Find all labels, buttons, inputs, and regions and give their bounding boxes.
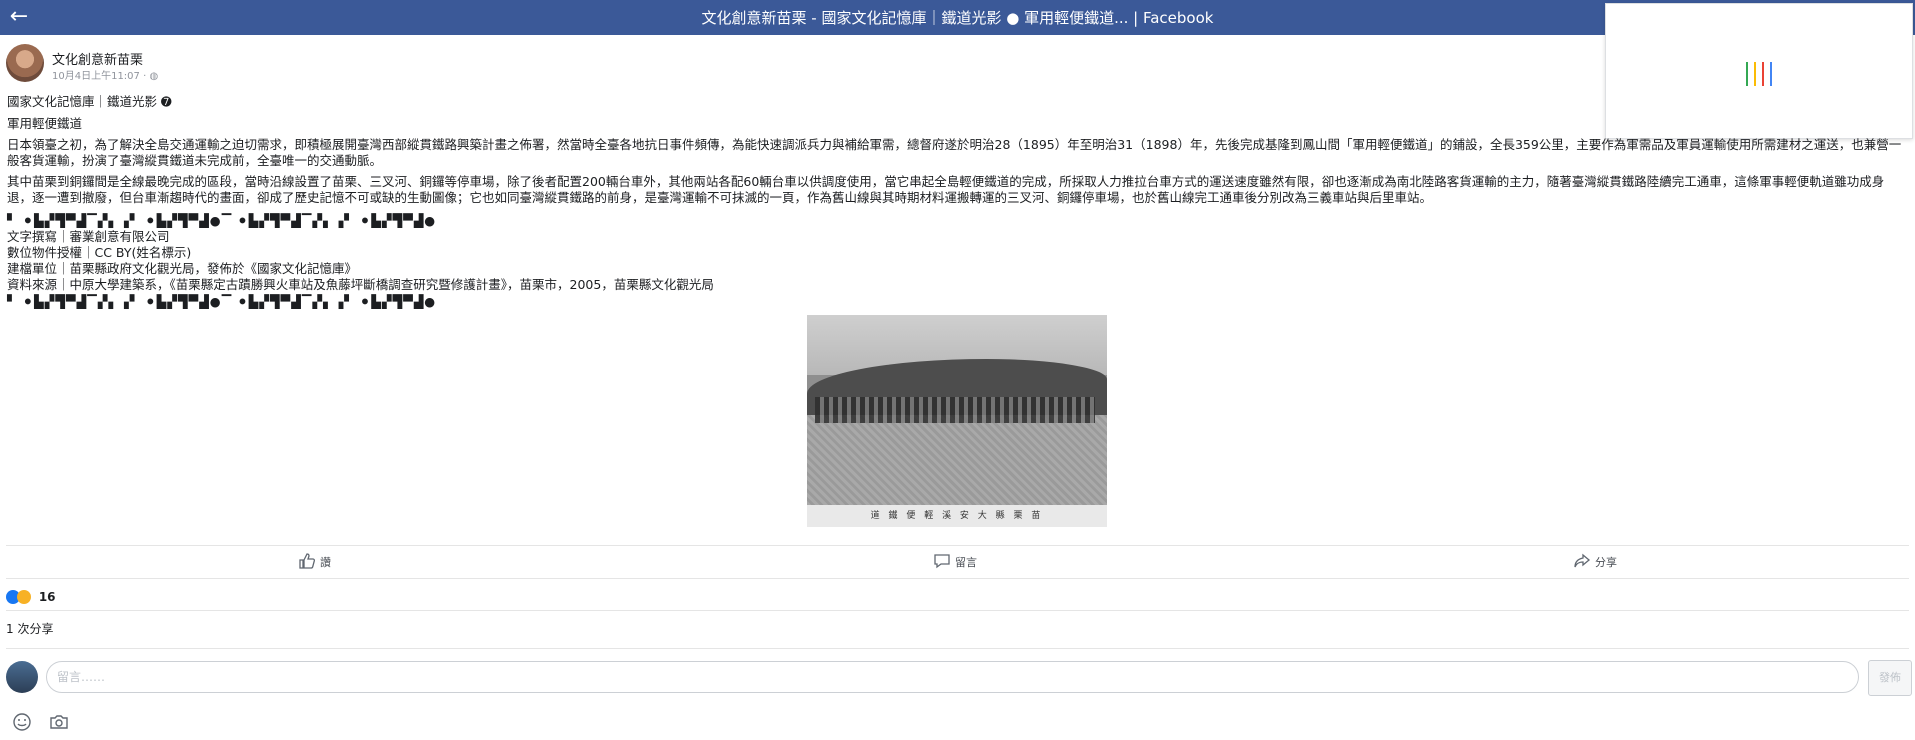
comment-input[interactable] bbox=[46, 661, 1859, 693]
post-line-2: 軍用輕便鐵道 bbox=[7, 116, 83, 131]
comment-button[interactable]: 留言 bbox=[933, 552, 977, 570]
emoji-row: ▘ ⚫︎▙▞▜▀▟▔▞▖▗▘ ⚫︎▙▞▜▀▟●▔ ⚫︎▙▞▜▀▟▔▞▖▗▘ ⚫︎… bbox=[7, 213, 437, 228]
emoji-row-2: ▘ ⚫︎▙▞▜▀▟▔▞▖▗▘ ⚫︎▙▞▜▀▟●▔ ⚫︎▙▞▜▀▟▔▞▖▗▘ ⚫︎… bbox=[7, 294, 437, 309]
page-name-link[interactable]: 文化創意新苗栗 bbox=[52, 49, 143, 68]
credit-source: 資料來源｜中原大學建築系，《苗栗縣定古蹟勝興火車站及魚藤坪斷橋調查研究暨修護計畫… bbox=[7, 277, 714, 292]
post-photo[interactable]: 道 鐵 便 輕 溪 安 大 縣 栗 苗 bbox=[807, 315, 1107, 527]
post-line-1: 國家文化記憶庫｜鐵道光影 ➐ bbox=[7, 94, 172, 109]
share-button[interactable]: 分享 bbox=[1573, 552, 1617, 570]
divider bbox=[6, 610, 1909, 611]
divider bbox=[6, 545, 1909, 546]
post-paragraph-2: 其中苗栗到銅鑼間是全線最晚完成的區段，當時沿線設置了苗栗、三叉河、銅鑼等停車場，… bbox=[7, 174, 1885, 205]
post-paragraph-1: 日本領臺之初，為了解決全島交通運輸之迫切需求，即積極展開臺灣西部縱貫鐵路興築計畫… bbox=[7, 137, 1902, 168]
loading-spinner-icon bbox=[1740, 62, 1780, 86]
photo-handcars bbox=[815, 397, 1095, 423]
like-label: 讚 bbox=[320, 556, 331, 569]
post-timestamp[interactable]: 10月4日上午11:07 · ◍ bbox=[52, 67, 158, 82]
credit-author: 文字撰寫｜審業創意有限公司 bbox=[7, 229, 170, 244]
loading-popup bbox=[1605, 3, 1913, 139]
reactions-summary[interactable]: 16 bbox=[6, 590, 56, 604]
comment-icon bbox=[934, 554, 950, 569]
page-avatar[interactable] bbox=[6, 44, 44, 82]
credit-unit: 建檔單位｜苗栗縣政府文化觀光局，發佈於《國家文化記憶庫》 bbox=[7, 261, 358, 276]
share-icon bbox=[1574, 553, 1591, 568]
share-label: 分享 bbox=[1595, 556, 1617, 569]
photo-caption: 道 鐵 便 輕 溪 安 大 縣 栗 苗 bbox=[807, 505, 1107, 527]
photo-ground bbox=[807, 415, 1107, 505]
comment-label: 留言 bbox=[955, 556, 977, 569]
shares-count[interactable]: 1 次分享 bbox=[6, 620, 53, 637]
camera-icon[interactable] bbox=[49, 712, 69, 732]
smiley-icon[interactable] bbox=[12, 712, 32, 732]
reaction-count: 16 bbox=[38, 590, 56, 604]
divider bbox=[6, 648, 1909, 649]
thumbs-up-icon bbox=[299, 553, 316, 569]
user-avatar bbox=[6, 661, 38, 693]
post-comment-button[interactable]: 發佈 bbox=[1868, 660, 1912, 696]
haha-reaction-icon bbox=[17, 590, 31, 604]
divider bbox=[6, 578, 1909, 579]
credit-license: 數位物件授權｜CC BY(姓名標示) bbox=[7, 245, 192, 260]
like-button[interactable]: 讚 bbox=[298, 552, 331, 570]
